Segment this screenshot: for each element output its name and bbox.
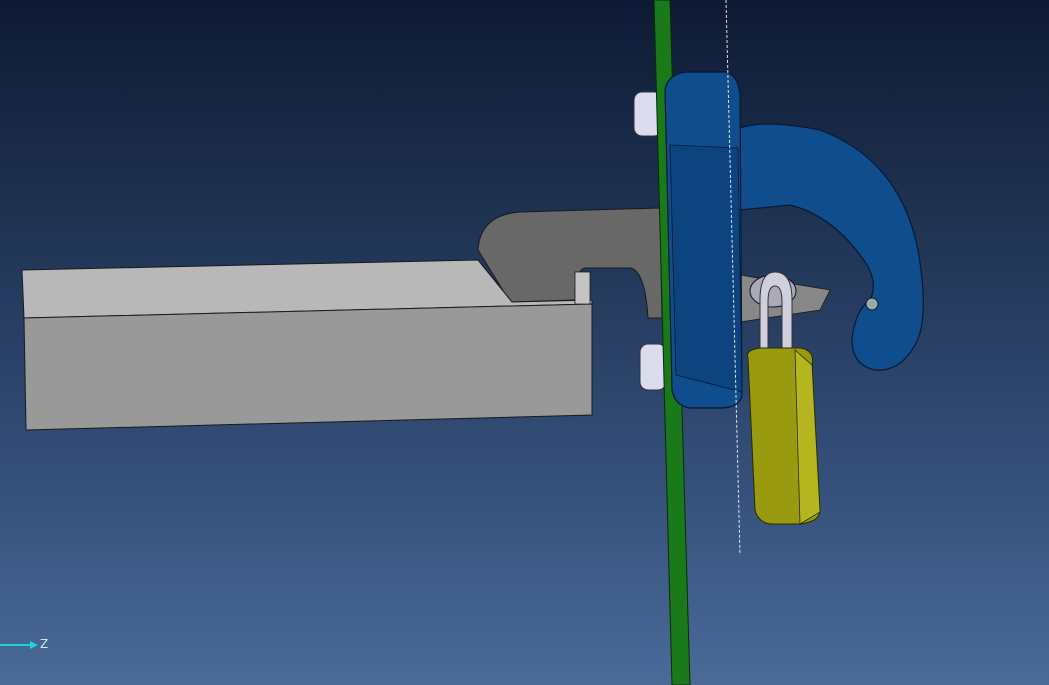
lever-front-face[interactable]	[23, 303, 593, 431]
z-axis-arrow-icon	[30, 641, 38, 649]
lever-notch	[574, 271, 591, 305]
z-axis-label: Z	[40, 637, 49, 651]
bracket-plate-face	[669, 144, 743, 393]
cad-scene[interactable]	[0, 0, 1049, 685]
3d-viewport[interactable]: Z	[0, 0, 1049, 685]
bolt-bottom[interactable]	[639, 343, 667, 391]
bracket-small-hole	[865, 297, 879, 311]
axis-triad[interactable]	[0, 641, 38, 649]
